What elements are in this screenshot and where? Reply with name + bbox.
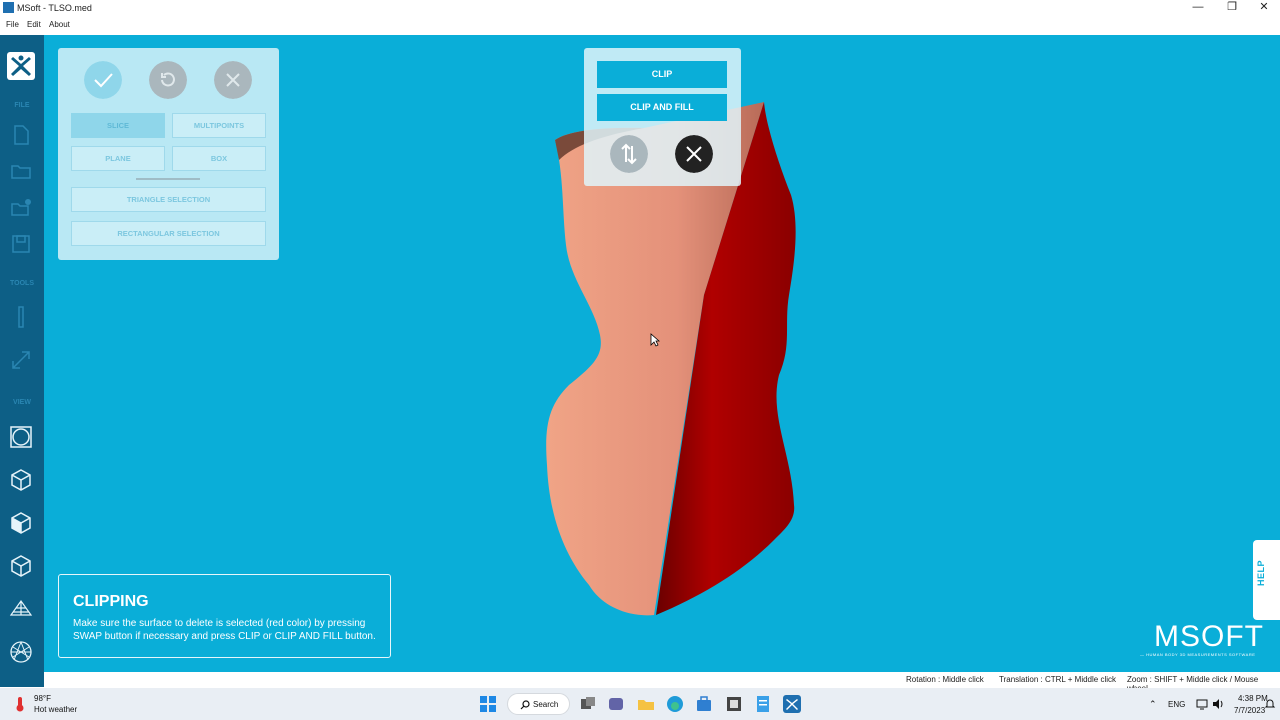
brand-tagline: — HUMAN BODY 3D MEASUREMENTS SOFTWARE: [1140, 652, 1256, 657]
brand-name: MSOFT: [1154, 620, 1264, 653]
info-heading: CLIPPING: [73, 593, 149, 610]
status-bar: Rotation : Middle click Translation : CT…: [44, 672, 1280, 693]
edge-icon[interactable]: [666, 695, 684, 713]
msoft-logo-icon[interactable]: [7, 52, 35, 80]
maximize-button[interactable]: ❐: [1215, 0, 1249, 17]
store-icon[interactable]: [695, 695, 713, 713]
3d-viewport[interactable]: SLICE MULTIPOINTS PLANE BOX TRIANGLE SEL…: [44, 35, 1280, 672]
confirm-button[interactable]: [84, 61, 122, 99]
task-view-icon[interactable]: [579, 695, 597, 713]
section-view-label: VIEW: [13, 399, 31, 406]
resize-icon[interactable]: [9, 348, 33, 372]
clip-panel: CLIP CLIP AND FILL: [584, 48, 741, 186]
slice-button[interactable]: SLICE: [71, 113, 165, 138]
close-clip-button[interactable]: [675, 135, 713, 173]
msoft-brand-logo: MSOFT — HUMAN BODY 3D MEASUREMENTS SOFTW…: [1132, 620, 1272, 658]
window-title: MSoft - TLSO.med: [17, 3, 92, 13]
view-cube-front-icon[interactable]: [9, 468, 33, 492]
search-icon: [520, 700, 530, 710]
status-translation: Translation : CTRL + Middle click: [999, 675, 1116, 684]
menu-about[interactable]: About: [49, 20, 70, 29]
rectangular-selection-button[interactable]: RECTANGULAR SELECTION: [71, 221, 266, 246]
thermometer-icon: [16, 697, 24, 712]
section-tools-label: TOOLS: [10, 280, 34, 287]
view-perspective-icon[interactable]: [9, 425, 33, 449]
save-icon[interactable]: [9, 232, 33, 256]
help-label: HELP: [1256, 559, 1266, 586]
cancel-button[interactable]: [214, 61, 252, 99]
info-text: Make sure the surface to delete is selec…: [73, 618, 376, 642]
reset-button[interactable]: [149, 61, 187, 99]
app-icon: [3, 2, 14, 13]
teams-icon[interactable]: [607, 695, 625, 713]
taskbar: 98°F Hot weather Search ⌃ ENG 4:38 PM 7/…: [0, 688, 1280, 720]
taskbar-search[interactable]: Search: [507, 693, 570, 715]
windows-app-icon[interactable]: [725, 695, 743, 713]
menu-file[interactable]: File: [6, 20, 19, 29]
mouse-cursor-icon: [650, 333, 660, 347]
clipping-info-box: CLIPPING Make sure the surface to delete…: [58, 574, 391, 658]
minimize-button[interactable]: —: [1181, 0, 1215, 17]
volume-icon[interactable]: [1212, 698, 1224, 710]
language-indicator[interactable]: ENG: [1168, 700, 1185, 709]
title-bar: MSoft - TLSO.med — ❐ ✕: [0, 0, 1280, 17]
ruler-icon[interactable]: [9, 305, 33, 329]
view-cube-top-icon[interactable]: [9, 554, 33, 578]
menu-edit[interactable]: Edit: [27, 20, 41, 29]
start-icon[interactable]: [479, 695, 497, 713]
network-icon[interactable]: [1196, 698, 1208, 710]
msoft-taskbar-icon[interactable]: [783, 695, 801, 713]
clip-and-fill-button[interactable]: CLIP AND FILL: [597, 94, 727, 121]
clip-button[interactable]: CLIP: [597, 61, 727, 88]
search-label: Search: [533, 700, 559, 709]
plane-button[interactable]: PLANE: [71, 146, 165, 171]
status-rotation: Rotation : Middle click: [906, 675, 984, 684]
weather-temp: 98°F: [34, 694, 51, 703]
close-button[interactable]: ✕: [1247, 0, 1280, 17]
multipoints-button[interactable]: MULTIPOINTS: [172, 113, 266, 138]
import-icon[interactable]: [9, 196, 33, 220]
tray-overflow-icon[interactable]: ⌃: [1149, 699, 1157, 710]
swap-button[interactable]: [610, 135, 648, 173]
menu-bar: File Edit About: [0, 17, 1280, 34]
weather-desc: Hot weather: [34, 705, 78, 714]
selection-panel: SLICE MULTIPOINTS PLANE BOX TRIANGLE SEL…: [58, 48, 279, 260]
panel-divider: [136, 178, 200, 180]
help-tab[interactable]: HELP: [1253, 540, 1280, 620]
view-cube-side-icon[interactable]: [9, 511, 33, 535]
open-folder-icon[interactable]: [9, 159, 33, 183]
file-explorer-icon[interactable]: [637, 695, 655, 713]
sidebar: FILE TOOLS VIEW: [0, 35, 44, 687]
sphere-icon[interactable]: [9, 640, 33, 664]
notepad-icon[interactable]: [754, 695, 772, 713]
wireframe-icon[interactable]: [9, 597, 33, 621]
box-button[interactable]: BOX: [172, 146, 266, 171]
section-file-label: FILE: [14, 102, 30, 109]
new-file-icon[interactable]: [9, 123, 33, 147]
notifications-icon[interactable]: [1264, 698, 1276, 710]
triangle-selection-button[interactable]: TRIANGLE SELECTION: [71, 187, 266, 212]
clock-date[interactable]: 7/7/2023: [1234, 706, 1265, 715]
